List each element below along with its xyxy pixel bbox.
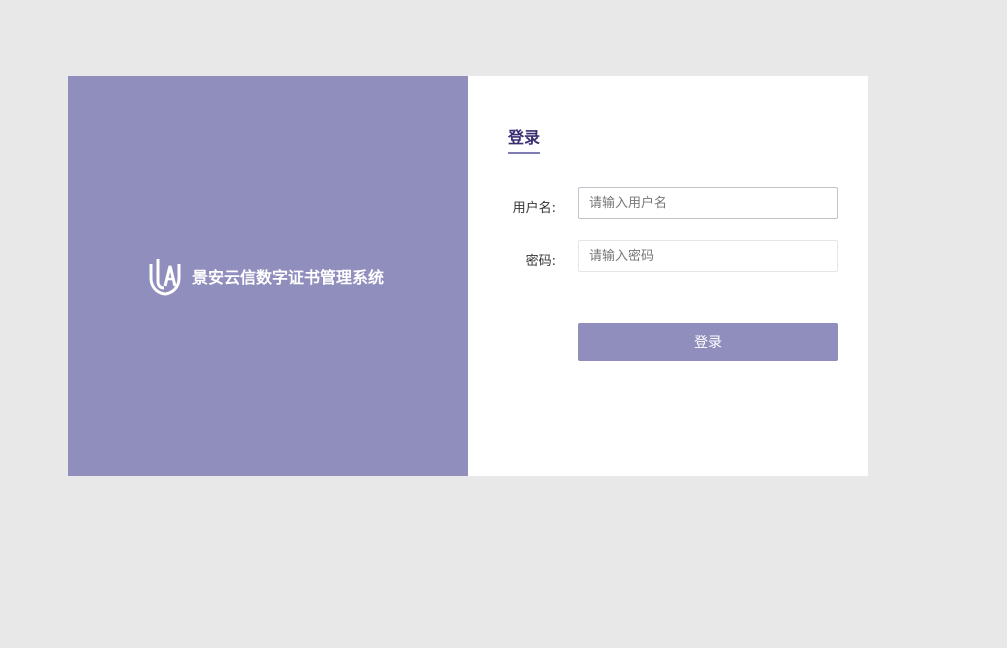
vja-shield-logo-icon bbox=[149, 259, 181, 296]
login-card: 景安云信数字证书管理系统 登录 用户名: 密码: 登录 bbox=[68, 76, 868, 476]
password-label: 密码: bbox=[525, 254, 556, 269]
brand-name: 景安云信数字证书管理系统 bbox=[192, 268, 385, 287]
password-input[interactable] bbox=[578, 240, 838, 272]
username-input[interactable] bbox=[578, 187, 838, 219]
login-form-panel: 登录 用户名: 密码: 登录 bbox=[468, 76, 868, 476]
username-label: 用户名: bbox=[512, 201, 556, 216]
login-button[interactable]: 登录 bbox=[578, 323, 838, 361]
brand-panel: 景安云信数字证书管理系统 bbox=[68, 76, 468, 476]
brand: 景安云信数字证书管理系统 bbox=[148, 256, 384, 296]
login-title: 登录 bbox=[508, 128, 541, 154]
